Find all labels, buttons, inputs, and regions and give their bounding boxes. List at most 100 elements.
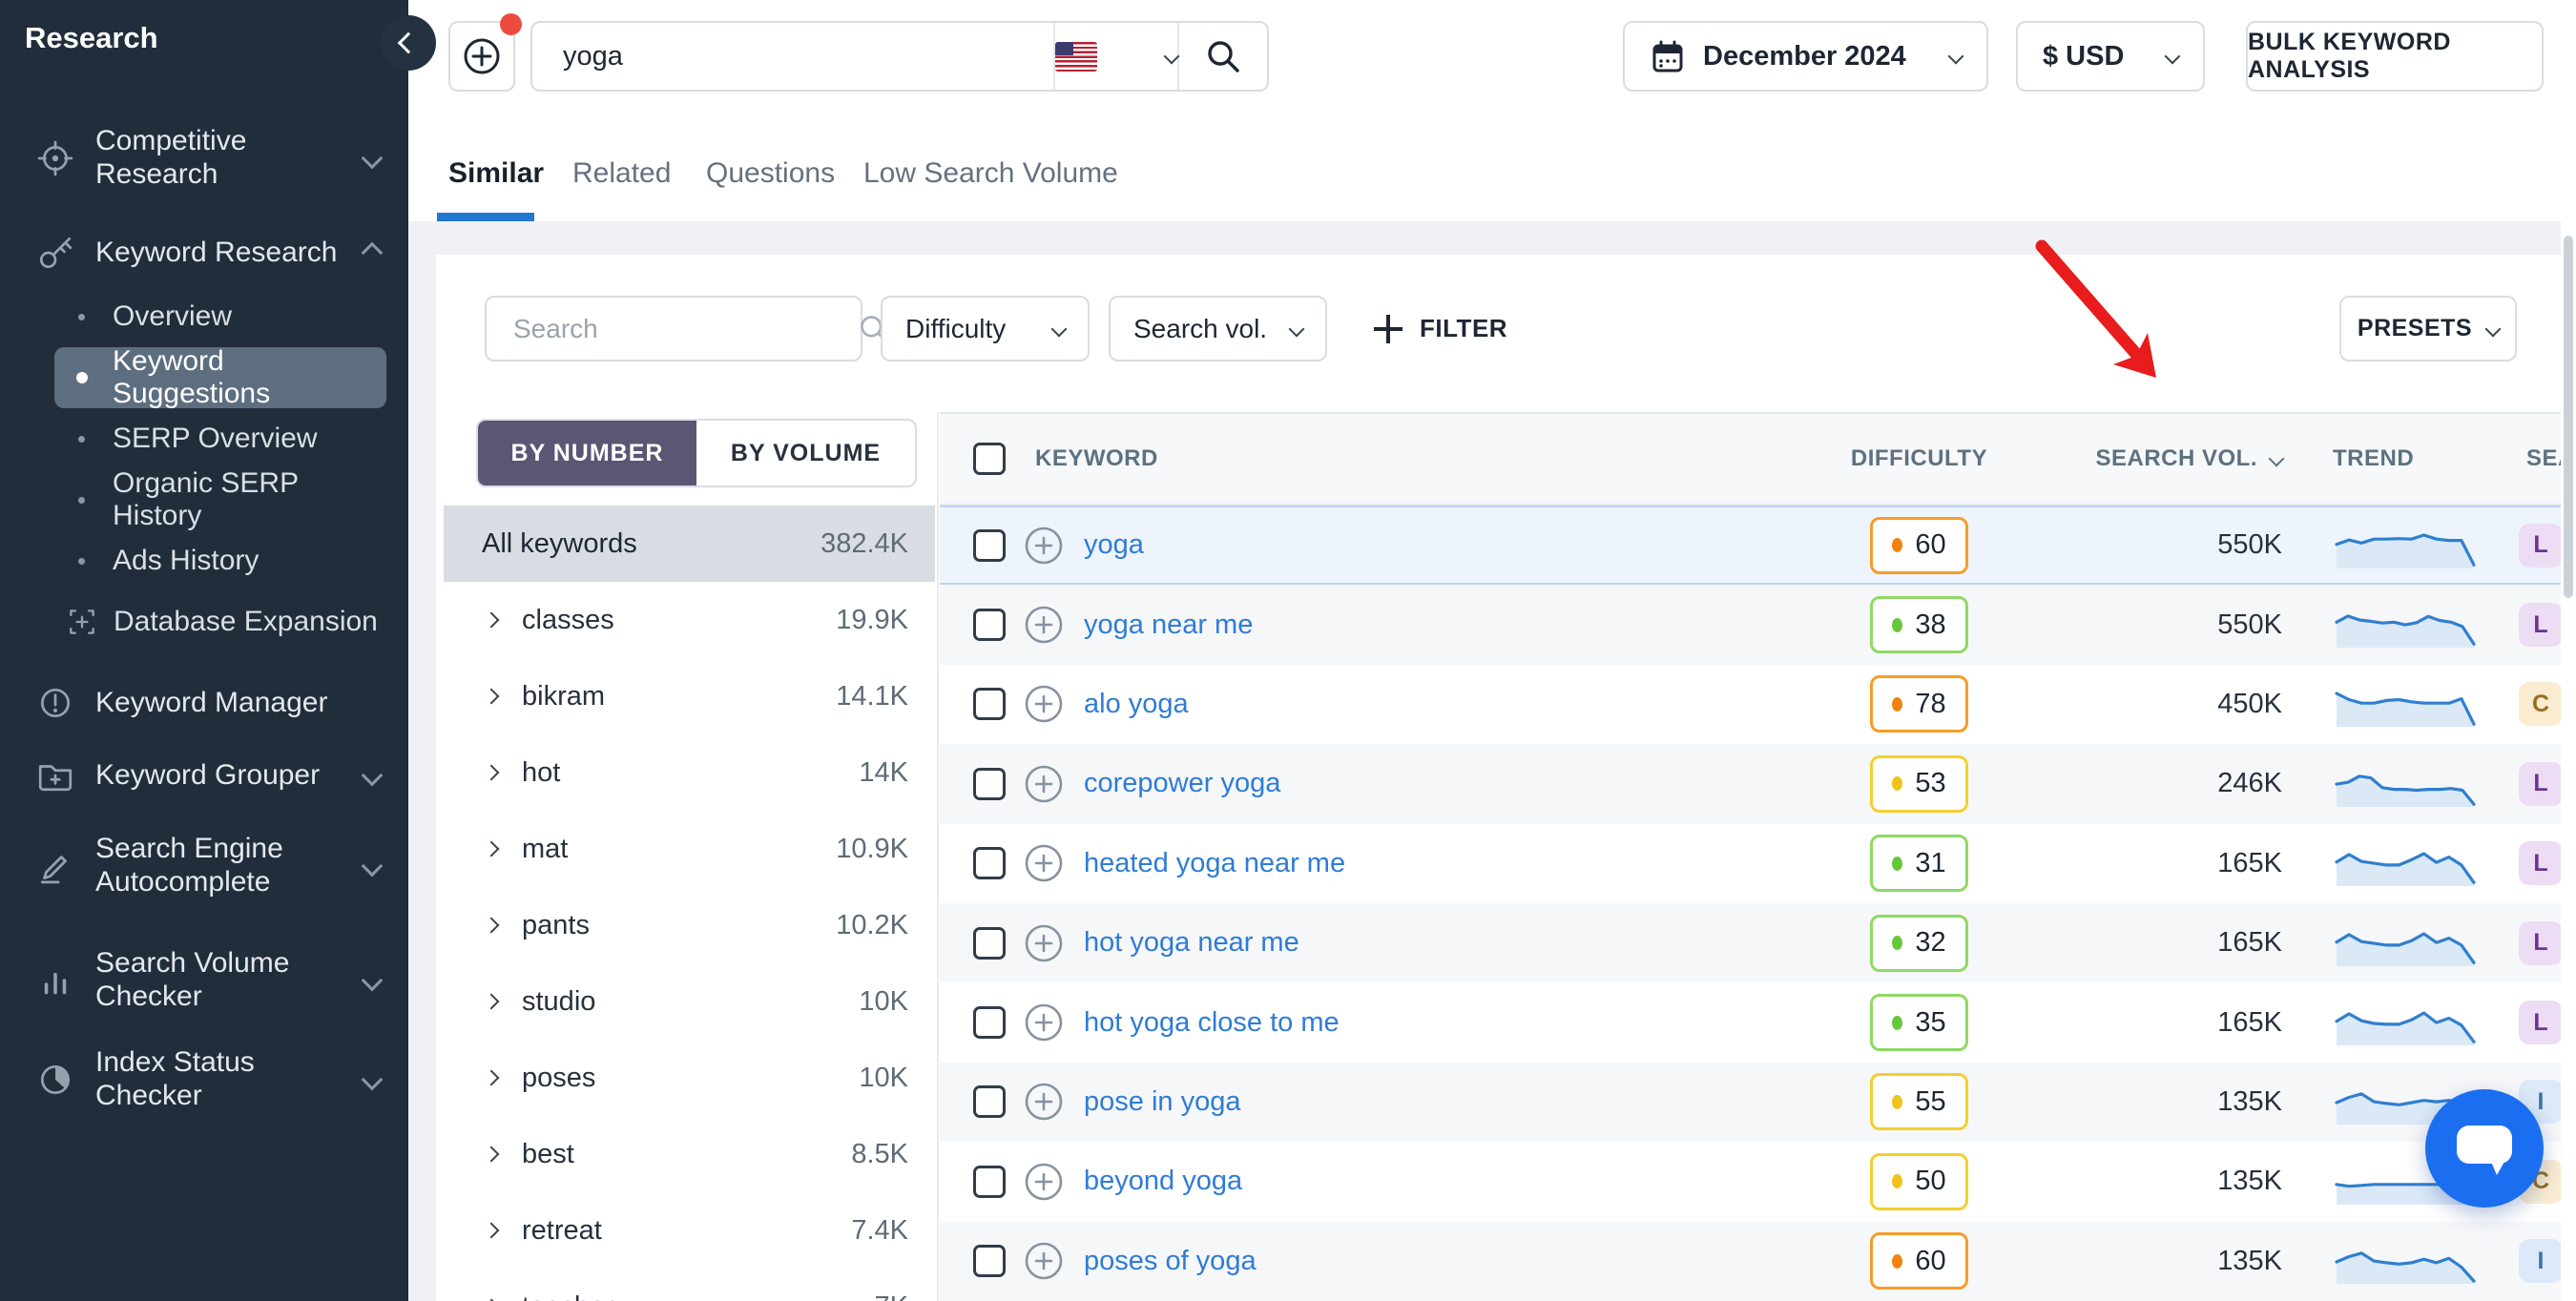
- add-to-list-icon[interactable]: [1023, 1240, 1065, 1282]
- sidebar-subitem-database-expansion[interactable]: Database Expansion: [54, 591, 386, 652]
- col-header-trend[interactable]: TREND: [2309, 445, 2511, 472]
- add-keywords-button[interactable]: [448, 13, 522, 92]
- scrollbar-thumb[interactable]: [2564, 236, 2573, 598]
- chevron-down-icon: [1288, 320, 1305, 337]
- sidebar-item-index-status-checker[interactable]: Index Status Checker: [0, 1030, 408, 1129]
- bulk-keyword-analysis-button[interactable]: BULK KEYWORD ANALYSIS: [2246, 21, 2544, 92]
- sidebar-item-search-engine-autocomplete[interactable]: Search Engine Autocomplete: [0, 816, 408, 916]
- add-filter-button[interactable]: FILTER: [1374, 296, 1507, 361]
- sidebar-item-label: Keyword Grouper: [95, 758, 321, 791]
- keyword-group-studio[interactable]: studio 10K: [444, 963, 935, 1040]
- chevron-right-icon: [483, 993, 500, 1010]
- add-to-list-icon[interactable]: [1023, 763, 1065, 805]
- sidebar-collapse-button[interactable]: [381, 15, 436, 71]
- sidebar-subitem-organic-serp-history[interactable]: Organic SERP History: [54, 467, 386, 531]
- add-to-list-icon[interactable]: [1023, 525, 1065, 567]
- bar-chart-icon: [36, 961, 74, 1000]
- keyword-group-classes[interactable]: classes 19.9K: [444, 582, 935, 658]
- keyword-group-teacher[interactable]: teacher 7K: [444, 1269, 935, 1301]
- chat-widget-button[interactable]: [2425, 1089, 2544, 1208]
- tab-low-search-volume[interactable]: Low Search Volume: [863, 126, 1118, 221]
- keyword-link[interactable]: yoga near me: [1084, 609, 1253, 641]
- sidebar-subitem-ads-history[interactable]: Ads History: [54, 530, 386, 591]
- search-submit-button[interactable]: [1179, 38, 1267, 74]
- col-header-difficulty[interactable]: DIFFICULTY: [1791, 445, 2047, 472]
- row-checkbox[interactable]: [973, 926, 1006, 960]
- chevron-right-icon: [483, 611, 500, 629]
- sidebar-subitem-overview[interactable]: Overview: [54, 286, 386, 347]
- keyword-group-poses[interactable]: poses 10K: [444, 1040, 935, 1116]
- table-search-input[interactable]: [487, 313, 858, 344]
- add-to-list-icon[interactable]: [1023, 604, 1065, 646]
- search-intent-badge: I: [2519, 1239, 2563, 1284]
- group-all-keywords[interactable]: All keywords 382.4K: [444, 506, 935, 582]
- sidebar-subitem-serp-overview[interactable]: SERP Overview: [54, 408, 386, 469]
- filter-button-label: FILTER: [1420, 314, 1508, 342]
- row-checkbox[interactable]: [973, 1006, 1006, 1040]
- currency-selector[interactable]: $ USD: [2016, 21, 2205, 92]
- difficulty-filter-dropdown[interactable]: Difficulty: [881, 296, 1090, 361]
- keyword-search-input[interactable]: [532, 40, 1053, 72]
- sidebar-item-competitive-research[interactable]: Competitive Research: [0, 113, 408, 204]
- row-checkbox[interactable]: [973, 688, 1006, 721]
- tab-questions[interactable]: Questions: [706, 126, 835, 221]
- add-to-list-icon[interactable]: [1023, 1002, 1065, 1043]
- row-checkbox[interactable]: [973, 1245, 1006, 1278]
- row-checkbox[interactable]: [973, 1165, 1006, 1198]
- toggle-by-volume[interactable]: BY VOLUME: [696, 421, 915, 485]
- sidebar-item-keyword-manager[interactable]: Keyword Manager: [0, 668, 408, 738]
- search-vol-filter-dropdown[interactable]: Search vol.: [1109, 296, 1327, 361]
- sidebar-item-keyword-research[interactable]: Keyword Research: [0, 219, 408, 286]
- sidebar-item-keyword-grouper[interactable]: Keyword Grouper: [0, 740, 408, 811]
- col-header-search-vol[interactable]: SEARCH VOL.: [2047, 445, 2309, 472]
- add-to-list-icon[interactable]: [1023, 842, 1065, 884]
- add-to-list-icon[interactable]: [1023, 922, 1065, 964]
- table-row-alo-yoga: alo yoga 78 450K C: [940, 664, 2576, 745]
- presets-button[interactable]: PRESETS: [2339, 296, 2517, 361]
- add-to-list-icon[interactable]: [1023, 1081, 1065, 1123]
- row-checkbox[interactable]: [973, 847, 1006, 880]
- row-checkbox[interactable]: [973, 767, 1006, 800]
- pie-chart-icon: [36, 1061, 74, 1099]
- keyword-link[interactable]: corepower yoga: [1084, 768, 1280, 799]
- keyword-group-best[interactable]: best 8.5K: [444, 1116, 935, 1192]
- date-selector[interactable]: December 2024: [1623, 21, 1988, 92]
- select-all-checkbox[interactable]: [973, 443, 1006, 475]
- keyword-link[interactable]: yoga: [1084, 529, 1144, 561]
- bullet-icon: [78, 496, 85, 504]
- keyword-link[interactable]: hot yoga near me: [1084, 927, 1299, 959]
- col-header-keyword[interactable]: KEYWORD: [1035, 445, 1158, 472]
- sidebar-item-search-volume-checker[interactable]: Search Volume Checker: [0, 931, 408, 1030]
- keyword-link[interactable]: poses of yoga: [1084, 1246, 1257, 1277]
- tab-related[interactable]: Related: [572, 126, 671, 221]
- group-label: hot: [522, 756, 561, 788]
- sidebar-item-label: Competitive Research: [95, 125, 247, 190]
- group-label: mat: [522, 833, 569, 864]
- row-checkbox[interactable]: [973, 1085, 1006, 1119]
- scrollbar-track[interactable]: [2561, 126, 2576, 1301]
- difficulty-value: 78: [1915, 688, 1946, 719]
- add-to-list-icon[interactable]: [1023, 1161, 1065, 1203]
- keyword-link[interactable]: hot yoga close to me: [1084, 1007, 1340, 1039]
- keyword-link[interactable]: heated yoga near me: [1084, 848, 1345, 879]
- row-checkbox[interactable]: [973, 528, 1006, 562]
- difficulty-badge: 60: [1870, 516, 1968, 574]
- target-icon: [36, 139, 74, 177]
- toggle-by-number[interactable]: BY NUMBER: [478, 421, 696, 485]
- country-selector[interactable]: [1055, 41, 1180, 72]
- add-to-list-icon[interactable]: [1023, 683, 1065, 725]
- keyword-group-retreat[interactable]: retreat 7.4K: [444, 1192, 935, 1269]
- group-label: teacher: [522, 1291, 614, 1301]
- keyword-group-pants[interactable]: pants 10.2K: [444, 887, 935, 963]
- tab-similar[interactable]: Similar: [448, 126, 544, 221]
- sidebar-subitem-keyword-suggestions[interactable]: Keyword Suggestions: [54, 345, 386, 409]
- keyword-link[interactable]: pose in yoga: [1084, 1086, 1240, 1118]
- keyword-link[interactable]: beyond yoga: [1084, 1166, 1242, 1197]
- chevron-down-icon: [2164, 48, 2181, 65]
- row-checkbox[interactable]: [973, 609, 1006, 642]
- keyword-group-hot[interactable]: hot 14K: [444, 734, 935, 811]
- sidebar-title: Research: [25, 21, 158, 54]
- keyword-link[interactable]: alo yoga: [1084, 689, 1189, 720]
- keyword-group-bikram[interactable]: bikram 14.1K: [444, 658, 935, 734]
- keyword-group-mat[interactable]: mat 10.9K: [444, 811, 935, 887]
